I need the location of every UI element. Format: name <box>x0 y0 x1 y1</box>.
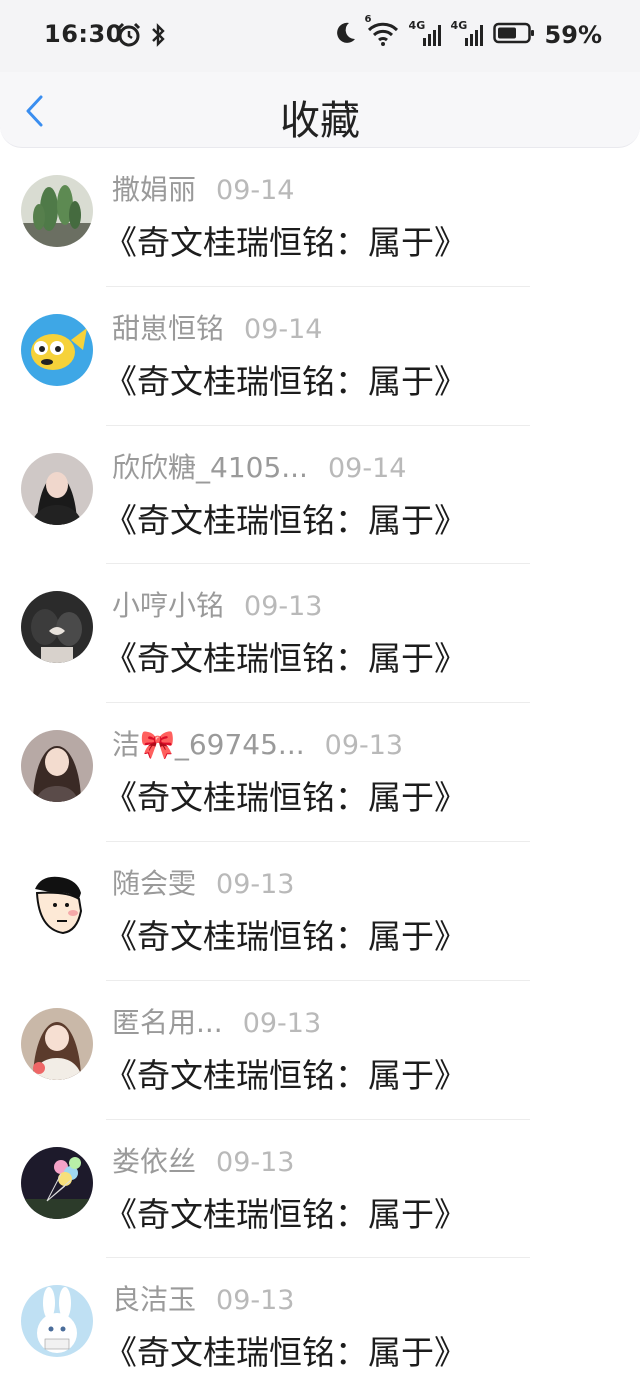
status-right-icons: 6 4G 4G 59% <box>333 14 602 50</box>
item-title: 《奇文桂瑞恒铭：属于》 <box>104 223 467 262</box>
item-meta: 匿名用... 09-13 <box>112 1001 321 1041</box>
item-title: 《奇文桂瑞恒铭：属于》 <box>104 1194 467 1234</box>
item-date: 09-13 <box>216 1285 295 1317</box>
list-item[interactable]: 甜崽恒铭 09-14 《奇文桂瑞恒铭：属于》 <box>0 287 640 426</box>
list-item[interactable]: 欣欣糖_4105... 09-14 《奇文桂瑞恒铭：属于》 <box>0 426 640 565</box>
avatar[interactable] <box>21 1007 93 1080</box>
avatar[interactable] <box>21 175 93 247</box>
battery-icon <box>492 21 535 49</box>
item-meta: 娄依丝 09-13 <box>112 1140 294 1180</box>
wifi-tag: 6 <box>364 14 372 25</box>
item-title: 《奇文桂瑞恒铭：属于》 <box>104 778 467 818</box>
item-date: 09-13 <box>324 730 404 762</box>
list-item[interactable]: 随会雯 09-13 《奇文桂瑞恒铭：属于》 <box>0 842 640 981</box>
item-title: 《奇文桂瑞恒铭：属于》 <box>104 1333 467 1373</box>
avatar[interactable] <box>21 313 93 386</box>
avatar[interactable] <box>21 730 93 803</box>
item-date: 09-14 <box>216 175 295 206</box>
item-title: 《奇文桂瑞恒铭：属于》 <box>104 361 467 401</box>
bluetooth-icon <box>150 22 166 52</box>
user-name: 良洁玉 <box>112 1283 197 1317</box>
signal-icon: 4G <box>451 19 483 48</box>
item-title: 《奇文桂瑞恒铭：属于》 <box>104 639 467 679</box>
user-name: 甜崽恒铭 <box>112 311 225 345</box>
avatar[interactable] <box>21 452 93 525</box>
user-name: 撒娟丽 <box>112 173 197 206</box>
item-date: 09-13 <box>216 1146 295 1178</box>
signal-icon: 4G <box>409 19 441 48</box>
user-name: 匿名用... <box>112 1005 223 1039</box>
avatar[interactable] <box>21 868 93 941</box>
avatar[interactable] <box>21 591 93 664</box>
list-item[interactable]: 匿名用... 09-13 《奇文桂瑞恒铭：属于》 <box>0 981 640 1120</box>
user-name: 欣欣糖_4105... <box>112 450 308 484</box>
item-meta: 甜崽恒铭 09-14 <box>112 307 322 347</box>
item-meta: 良洁玉 09-13 <box>112 1278 294 1318</box>
list-item[interactable]: 良洁玉 09-13 《奇文桂瑞恒铭：属于》 <box>0 1258 640 1397</box>
list-item[interactable]: 撒娟丽 09-14 《奇文桂瑞恒铭：属于》 <box>0 148 640 287</box>
user-name: 随会雯 <box>112 866 197 900</box>
item-date: 09-13 <box>242 1007 322 1039</box>
list-item[interactable]: 小哼小铭 09-13 《奇文桂瑞恒铭：属于》 <box>0 564 640 704</box>
item-meta: 撒娟丽 09-14 <box>112 168 294 208</box>
nav-bar: 收藏 <box>0 72 640 148</box>
page-title: 收藏 <box>280 98 360 144</box>
wifi-icon: 6 <box>365 14 399 50</box>
favorites-list: 撒娟丽 09-14 《奇文桂瑞恒铭：属于》 甜崽恒铭 09-14 《奇文桂瑞恒铭… <box>0 148 640 1397</box>
moon-icon <box>333 20 357 50</box>
item-meta: 小哼小铭 09-13 <box>112 584 322 624</box>
list-item[interactable]: 洁🎀_69745... 09-13 《奇文桂瑞恒铭：属于》 <box>0 703 640 842</box>
item-meta: 随会雯 09-13 <box>112 862 294 902</box>
item-date: 09-13 <box>244 591 323 623</box>
item-date: 09-14 <box>244 313 323 345</box>
status-bar: 16:30 6 4G 4G 59% <box>0 0 640 72</box>
item-title: 《奇文桂瑞恒铭：属于》 <box>104 500 467 540</box>
list-item[interactable]: 娄依丝 09-13 《奇文桂瑞恒铭：属于》 <box>0 1120 640 1259</box>
status-left-icons <box>116 22 166 52</box>
item-date: 09-13 <box>216 868 295 900</box>
item-date: 09-14 <box>327 452 407 484</box>
avatar[interactable] <box>21 1146 93 1219</box>
item-title: 《奇文桂瑞恒铭：属于》 <box>104 1055 467 1095</box>
alarm-icon <box>116 22 142 52</box>
item-meta: 洁🎀_69745... 09-13 <box>112 723 403 763</box>
user-name: 娄依丝 <box>112 1144 197 1178</box>
user-name: 洁🎀_69745... <box>112 728 305 762</box>
item-title: 《奇文桂瑞恒铭：属于》 <box>104 916 467 956</box>
user-name: 小哼小铭 <box>112 589 225 623</box>
item-meta: 欣欣糖_4105... 09-14 <box>112 446 406 486</box>
battery-percent: 59% <box>544 21 602 49</box>
status-time: 16:30 <box>44 20 123 48</box>
avatar[interactable] <box>21 1285 93 1358</box>
